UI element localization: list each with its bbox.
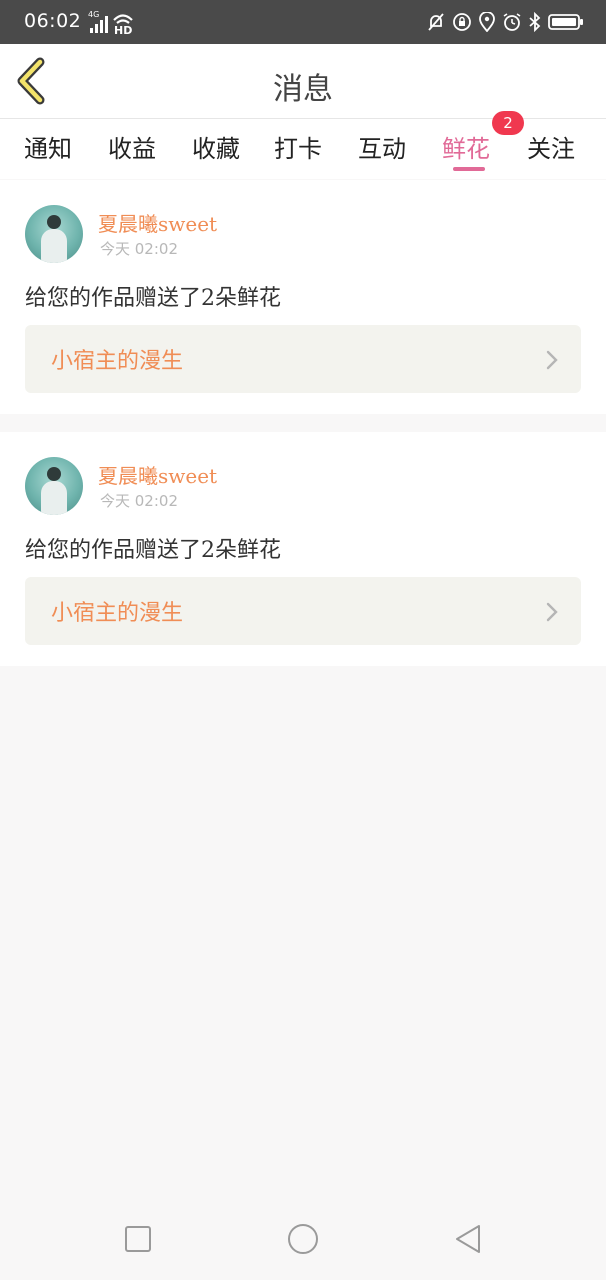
bluetooth-icon bbox=[529, 12, 541, 32]
avatar-figure-head bbox=[47, 467, 61, 481]
avatar-figure-head bbox=[47, 215, 61, 229]
avatar-figure-body bbox=[41, 481, 67, 515]
tab-flowers[interactable]: 鲜花 bbox=[442, 129, 490, 169]
message-time: 今天 02:02 bbox=[100, 492, 178, 510]
status-icons bbox=[426, 10, 584, 34]
home-circle-icon[interactable] bbox=[286, 1222, 320, 1256]
battery-icon bbox=[548, 14, 583, 30]
avatar-figure-body bbox=[41, 229, 67, 263]
avatar[interactable] bbox=[25, 457, 83, 515]
tab-earnings[interactable]: 收益 bbox=[108, 129, 156, 169]
message-text: 给您的作品赠送了2朵鲜花 bbox=[25, 286, 281, 311]
header-bar: 消息 bbox=[0, 44, 606, 119]
chevron-right-icon bbox=[546, 602, 558, 622]
message-card: 夏晨曦sweet 今天 02:02 给您的作品赠送了2朵鲜花 小宿主的漫生 bbox=[0, 180, 606, 414]
system-navigation-bar bbox=[0, 1200, 606, 1280]
tab-favorites[interactable]: 收藏 bbox=[192, 129, 240, 169]
chevron-right-icon bbox=[546, 350, 558, 370]
message-text: 给您的作品赠送了2朵鲜花 bbox=[25, 538, 281, 563]
flowers-unread-badge: 2 bbox=[492, 111, 524, 135]
page-title: 消息 bbox=[273, 72, 333, 107]
work-link[interactable]: 小宿主的漫生 bbox=[25, 325, 581, 393]
recents-square-icon[interactable] bbox=[121, 1222, 155, 1256]
status-time: 06:02 bbox=[24, 10, 82, 32]
work-title: 小宿主的漫生 bbox=[51, 601, 184, 626]
mute-bell-icon bbox=[428, 13, 444, 31]
hd-label: HD bbox=[114, 24, 133, 37]
work-title: 小宿主的漫生 bbox=[51, 349, 184, 374]
tab-checkin[interactable]: 打卡 bbox=[274, 129, 322, 169]
tab-bar: 通知 收益 收藏 打卡 互动 鲜花 关注 2 bbox=[0, 111, 606, 179]
active-tab-indicator bbox=[453, 167, 485, 171]
status-bar: 06:02 4G HD bbox=[0, 0, 606, 44]
sender-name[interactable]: 夏晨曦sweet bbox=[98, 208, 217, 237]
avatar[interactable] bbox=[25, 205, 83, 263]
location-icon bbox=[479, 12, 495, 32]
message-time: 今天 02:02 bbox=[100, 240, 178, 258]
message-card: 夏晨曦sweet 今天 02:02 给您的作品赠送了2朵鲜花 小宿主的漫生 bbox=[0, 432, 606, 666]
work-link[interactable]: 小宿主的漫生 bbox=[25, 577, 581, 645]
tab-notifications[interactable]: 通知 bbox=[24, 129, 72, 169]
network-signal-icon: 4G HD bbox=[80, 8, 134, 38]
sender-name[interactable]: 夏晨曦sweet bbox=[98, 460, 217, 489]
tab-interactions[interactable]: 互动 bbox=[358, 129, 406, 169]
alarm-icon bbox=[503, 13, 521, 31]
lock-rotation-icon bbox=[453, 13, 471, 31]
tab-following[interactable]: 关注 bbox=[527, 129, 575, 169]
back-triangle-icon[interactable] bbox=[452, 1222, 486, 1256]
